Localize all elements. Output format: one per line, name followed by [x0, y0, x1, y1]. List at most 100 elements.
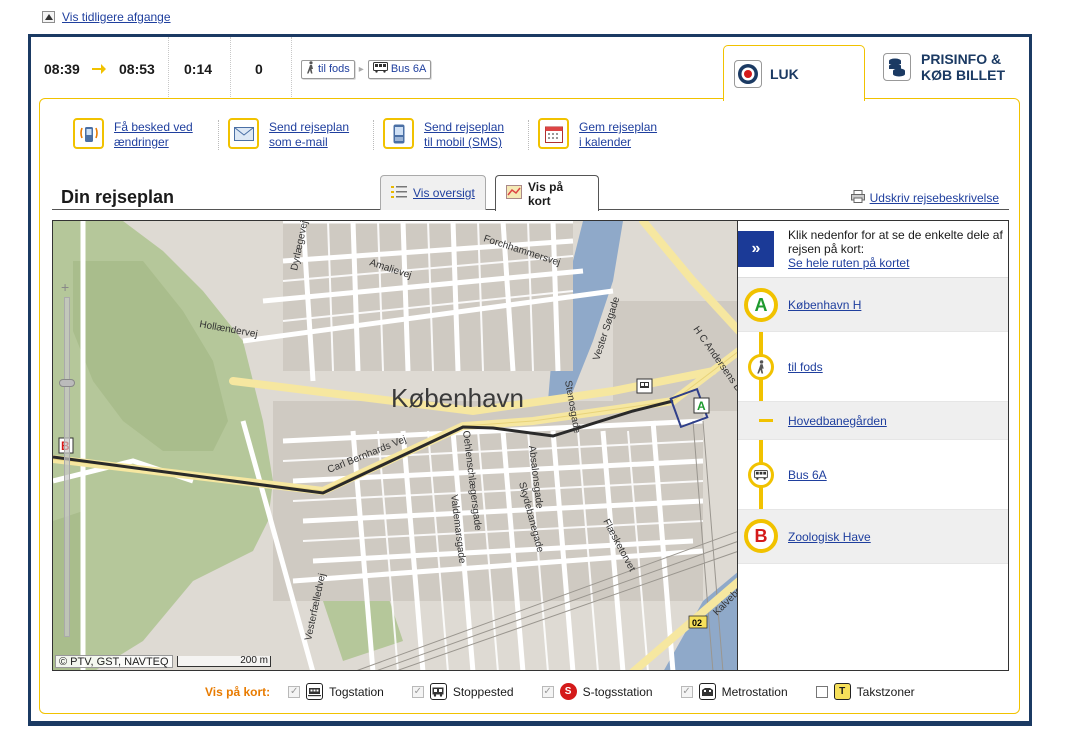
- bus-stop-icon: [429, 683, 447, 700]
- coins-icon: [883, 53, 911, 81]
- end-marker-icon: B: [744, 519, 778, 553]
- leg-walk-label: til fods: [318, 63, 350, 75]
- layer-bus-stop[interactable]: ✓ Stoppested: [411, 683, 514, 700]
- bus-stop-marker-icon[interactable]: [636, 378, 653, 394]
- layer-checkbox[interactable]: ✓: [288, 685, 301, 698]
- sms-link-line1[interactable]: Send rejseplan: [424, 120, 504, 135]
- price-info-label: PRISINFO & KØB BILLET: [921, 51, 1005, 83]
- layer-label: S-togsstation: [582, 684, 653, 699]
- metro-icon: [698, 683, 716, 700]
- trip-legs: til fods ▸ Bus 6A: [301, 37, 432, 101]
- print-label: Udskriv rejsebeskrivelse: [869, 191, 999, 205]
- close-tab-label: LUK: [770, 65, 799, 82]
- action-notify[interactable]: Få besked ved ændringer: [73, 118, 193, 150]
- svg-text:02: 02: [692, 618, 702, 628]
- print-link[interactable]: Udskriv rejsebeskrivelse: [850, 190, 999, 206]
- layer-s-train[interactable]: ✓ S S-togsstation: [541, 683, 653, 700]
- route-step-label[interactable]: Bus 6A: [788, 468, 827, 482]
- bus-icon: [748, 462, 774, 488]
- train-icon: [306, 683, 324, 700]
- map-icon: [506, 185, 522, 202]
- svg-text:A: A: [697, 399, 706, 413]
- arrow-right-icon: [92, 37, 106, 101]
- previous-departures-link[interactable]: Vis tidligere afgange: [62, 10, 171, 24]
- calendar-icon: [538, 118, 569, 149]
- double-chevron-right-icon[interactable]: »: [738, 231, 774, 267]
- bus-icon: [372, 62, 388, 76]
- route-step-start[interactable]: A København H: [738, 278, 1008, 332]
- tab-map-label: Vis på kort: [528, 179, 564, 208]
- tab-overview[interactable]: Vis oversigt: [380, 175, 486, 210]
- layer-label: Metrostation: [721, 684, 788, 699]
- calendar-link-line2[interactable]: i kalender: [579, 135, 657, 150]
- marker-a-icon[interactable]: A: [693, 397, 710, 414]
- route-map[interactable]: København Dyrlægevej Amalievej Forchhamm…: [52, 220, 738, 671]
- layer-train-station[interactable]: ✓ Togstation: [288, 683, 384, 700]
- email-link-line1[interactable]: Send rejseplan: [269, 120, 349, 135]
- trip-duration: 0:14: [184, 61, 213, 77]
- map-copyright: © PTV, GST, NAVTEQ: [55, 655, 173, 668]
- route-step-walk[interactable]: til fods: [738, 332, 1008, 402]
- walk-icon: [306, 61, 315, 77]
- action-sms[interactable]: Send rejseplan til mobil (SMS): [383, 118, 504, 150]
- previous-departures-bar: Vis tidligere afgange: [42, 9, 171, 25]
- target-icon: [734, 59, 762, 88]
- email-link-line2[interactable]: som e-mail: [269, 135, 349, 150]
- email-icon: [228, 118, 259, 149]
- map-city-label: København: [391, 383, 524, 413]
- trip-panel: 08:39 08:53 0:14 0 til fods ▸ Bus 6A LUK: [28, 34, 1032, 726]
- route-panel-header: » Klik nedenfor for at se de enkelte del…: [738, 221, 1008, 278]
- layer-metro[interactable]: ✓ Metrostation: [680, 683, 788, 700]
- notify-link-line2[interactable]: ændringer: [114, 135, 193, 150]
- mobile-icon: [383, 118, 414, 149]
- tab-overview-label: Vis oversigt: [413, 186, 475, 200]
- tab-map[interactable]: Vis på kort: [495, 175, 599, 211]
- leg-bus-label: Bus 6A: [390, 63, 427, 75]
- route-step-end[interactable]: B Zoologisk Have: [738, 510, 1008, 564]
- route-step-bus[interactable]: Bus 6A: [738, 440, 1008, 510]
- collapse-up-icon[interactable]: [42, 11, 55, 23]
- fare-zone-icon: T: [833, 683, 851, 700]
- route-step-station[interactable]: Hovedbanegården: [738, 402, 1008, 440]
- route-step-label[interactable]: Zoologisk Have: [788, 530, 871, 544]
- map-layer-legend: Vis på kort: ✓ Togstation ✓ Stoppested ✓…: [205, 683, 943, 700]
- leg-bus: Bus 6A: [367, 59, 432, 79]
- calendar-link-line1[interactable]: Gem rejseplan: [579, 120, 657, 135]
- route-step-label[interactable]: Hovedbanegården: [788, 414, 887, 428]
- s-train-icon: S: [559, 683, 577, 700]
- route-step-label[interactable]: København H: [788, 298, 861, 312]
- price-info-button[interactable]: PRISINFO & KØB BILLET: [883, 51, 1011, 83]
- action-email[interactable]: Send rejseplan som e-mail: [228, 118, 349, 150]
- zoom-handle[interactable]: [59, 379, 75, 387]
- layer-label: Takstzoner: [856, 684, 915, 699]
- page-title: Din rejseplan: [61, 187, 175, 207]
- map-scale: 200 m: [177, 656, 271, 667]
- layer-checkbox[interactable]: [815, 685, 828, 698]
- close-tab[interactable]: LUK: [723, 45, 865, 101]
- zoom-in-icon[interactable]: +: [61, 279, 69, 295]
- sms-link-line2[interactable]: til mobil (SMS): [424, 135, 504, 150]
- list-icon: [391, 185, 407, 202]
- trip-changes: 0: [255, 61, 263, 77]
- walk-icon: [748, 354, 774, 380]
- departure-time: 08:39: [44, 61, 80, 77]
- trip-summary-row[interactable]: 08:39 08:53 0:14 0 til fods ▸ Bus 6A: [31, 37, 1029, 101]
- plan-box: Få besked ved ændringer Send rejseplan som…: [39, 98, 1020, 714]
- route-step-label[interactable]: til fods: [788, 360, 823, 374]
- start-marker-icon: A: [744, 288, 778, 322]
- layer-checkbox[interactable]: ✓: [541, 685, 554, 698]
- legend-title: Vis på kort:: [205, 684, 271, 699]
- leg-walk: til fods: [301, 59, 355, 79]
- layer-label: Stoppested: [452, 684, 514, 699]
- notify-link-line1[interactable]: Få besked ved: [114, 120, 193, 135]
- layer-checkbox[interactable]: ✓: [411, 685, 424, 698]
- see-whole-route-link[interactable]: Se hele ruten på kortet: [788, 256, 909, 270]
- leg-connector: ▸: [358, 63, 364, 75]
- route-tick: [759, 419, 773, 422]
- zoom-slider[interactable]: +: [59, 279, 75, 639]
- arrival-time: 08:53: [119, 61, 155, 77]
- action-calendar[interactable]: Gem rejseplan i kalender: [538, 118, 657, 150]
- layer-checkbox[interactable]: ✓: [680, 685, 693, 698]
- notification-icon: [73, 118, 104, 149]
- layer-fare-zones[interactable]: T Takstzoner: [815, 683, 915, 700]
